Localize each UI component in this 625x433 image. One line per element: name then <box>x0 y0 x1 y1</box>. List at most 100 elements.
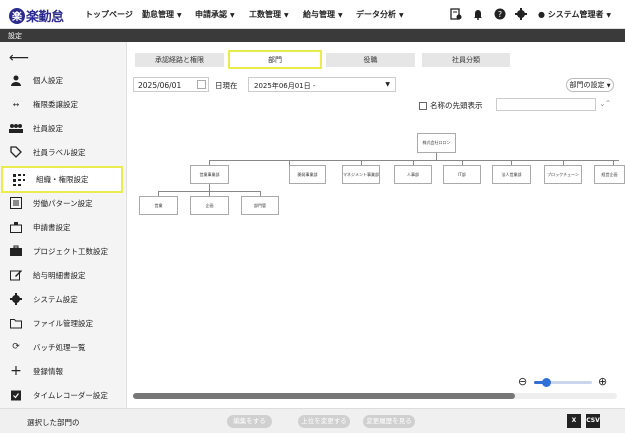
zoom-slider-track[interactable] <box>534 378 592 387</box>
list-icon <box>9 196 23 210</box>
zoom-slider-handle[interactable] <box>541 378 551 387</box>
chevron-down-icon: ▼ <box>284 12 289 19</box>
sidebar-item-project-manhour[interactable]: プロジェクト工数設定 <box>0 240 127 262</box>
expand-collapse-icons[interactable]: ⌄⌃ <box>599 99 611 108</box>
transfer-icon: ↔ <box>12 99 20 109</box>
logo-text: 楽勤怠 <box>26 10 64 25</box>
org-node-level1[interactable]: 営業事業部 <box>190 165 229 184</box>
checkbox-box[interactable] <box>419 101 427 110</box>
arrow-left-icon[interactable]: ⟵ <box>9 50 29 66</box>
org-node-level2[interactable]: 部門管 <box>241 196 279 215</box>
tab-position[interactable]: 役職 <box>326 53 415 67</box>
sidebar-item-personal[interactable]: 個人設定 <box>0 69 127 91</box>
breadcrumb: 設定 <box>0 29 625 42</box>
org-chart: 株式会社ロロン 営業事業部 開発事業部 マネジメント事業部 人事部 IT部 法人… <box>127 122 625 352</box>
chevron-down-icon: ▼ <box>338 12 343 19</box>
sidebar-item-work-pattern[interactable]: 労働パターン設定 <box>0 192 127 214</box>
chevron-down-icon: ▼ <box>177 12 182 19</box>
org-node-level1[interactable]: 法人営業部 <box>492 165 531 184</box>
sidebar-item-org-permission[interactable]: 組織・権限設定 <box>1 166 123 193</box>
org-connector <box>209 160 619 161</box>
sidebar-item-batch[interactable]: ⟳ バッチ処理一覧 <box>0 336 127 358</box>
tab-department[interactable]: 部門 <box>228 50 322 69</box>
chevron-down-icon: ▼ <box>385 81 390 88</box>
as-of-label: 日現在 <box>215 81 238 90</box>
group-icon <box>9 121 23 135</box>
zoom-in-icon[interactable]: ⊕ <box>598 375 607 388</box>
search-input[interactable] <box>496 98 596 111</box>
excel-export-icon[interactable]: X <box>567 414 581 428</box>
user-menu[interactable]: ● システム管理者 ▼ <box>538 9 611 20</box>
tag-icon <box>9 145 23 159</box>
app-logo[interactable]: 楽 楽勤怠 <box>9 6 64 25</box>
edit-button[interactable]: 編集をする <box>227 415 272 428</box>
org-icon <box>12 173 26 187</box>
chevron-down-icon: ▼ <box>399 12 404 19</box>
chevron-down-icon: ▼ <box>606 83 611 89</box>
org-node-level1[interactable]: 開発事業部 <box>289 165 326 184</box>
history-button[interactable]: 変更履歴を見る <box>363 415 415 428</box>
sidebar-item-delegation[interactable]: ↔ 権限委譲設定 <box>0 93 127 115</box>
dept-settings-button[interactable]: 部門の設定 ▼ <box>566 78 614 92</box>
menu-top-page[interactable]: トップページ <box>85 9 133 20</box>
calendar-icon[interactable] <box>197 80 206 89</box>
user-icon: ● <box>538 10 545 19</box>
tab-employee-class[interactable]: 社員分類 <box>422 53 510 67</box>
sidebar-item-employee-label[interactable]: 社員ラベル設定 <box>0 141 127 163</box>
period-select[interactable]: 2025年06月01日 - ▼ <box>248 77 396 92</box>
chevron-down-icon: ▼ <box>606 12 611 19</box>
scrollbar-thumb[interactable] <box>133 393 515 399</box>
sidebar-item-system[interactable]: システム設定 <box>0 288 127 310</box>
folder-icon <box>9 316 23 330</box>
clipboard-icon <box>9 388 23 402</box>
sidebar-item-registration[interactable]: + 登録情報 <box>0 360 127 382</box>
sidebar-item-application[interactable]: 申請書設定 <box>0 216 127 238</box>
gear-icon[interactable] <box>515 8 527 20</box>
logo-mark: 楽 <box>9 7 25 24</box>
csv-export-icon[interactable]: CSV <box>586 414 600 428</box>
menu-attendance[interactable]: 勤怠管理 ▼ <box>142 9 182 20</box>
org-node-level2[interactable]: 企画 <box>190 196 229 215</box>
menu-manhour[interactable]: 工数管理 ▼ <box>249 9 289 20</box>
date-input[interactable]: 2025/06/01 <box>133 77 209 92</box>
org-node-level1[interactable]: IT部 <box>443 165 481 184</box>
tab-approval-route[interactable]: 承認経路と権限 <box>135 53 224 67</box>
org-node-level1[interactable]: ブロックチェーン <box>544 165 582 184</box>
batch-icon: ⟳ <box>12 342 20 352</box>
selected-dept-label: 選択した部門の <box>27 418 80 427</box>
edit-doc-icon <box>9 268 23 282</box>
sidebar-item-time-recorder[interactable]: タイムレコーダー設定 <box>0 384 127 406</box>
org-node-level1[interactable]: 経営企画 <box>594 165 625 184</box>
sidebar-item-file-management[interactable]: ファイル管理設定 <box>0 312 127 334</box>
change-parent-button[interactable]: 上位を変更する <box>298 415 350 428</box>
horizontal-scrollbar[interactable] <box>133 393 617 399</box>
gear-icon <box>9 292 23 306</box>
menu-payroll[interactable]: 給与管理 ▼ <box>303 9 343 20</box>
org-node-level2[interactable]: 営業 <box>139 196 178 215</box>
briefcase-icon <box>9 244 23 258</box>
org-connector <box>209 184 210 191</box>
sidebar: ⟵ 個人設定 ↔ 権限委譲設定 社員設定 社員ラベル設定 組織・権限設定 労働パタ… <box>0 42 127 408</box>
svg-text:?: ? <box>498 10 502 19</box>
bell-icon[interactable] <box>472 8 484 20</box>
chevron-down-icon: ▼ <box>230 12 235 19</box>
inbox-icon <box>9 220 23 234</box>
org-node-level1[interactable]: 人事部 <box>394 165 432 184</box>
footer-bar: 選択した部門の 編集をする 上位を変更する 変更履歴を見る X CSV <box>0 408 625 433</box>
show-name-head-checkbox[interactable]: 名称の先頭表示 <box>419 100 483 111</box>
top-navigation: 楽 楽勤怠 トップページ 勤怠管理 ▼ 申請承認 ▼ 工数管理 ▼ 給与管理 ▼ データ… <box>0 0 625 29</box>
schedule-icon[interactable] <box>450 8 462 20</box>
main-content: 承認経路と権限 部門 役職 社員分類 2025/06/01 日現在 2025年0… <box>127 42 625 408</box>
sidebar-item-payslip[interactable]: 給与明細書設定 <box>0 264 127 286</box>
sidebar-item-employees[interactable]: 社員設定 <box>0 117 127 139</box>
org-node-level1[interactable]: マネジメント事業部 <box>342 165 380 184</box>
person-icon <box>9 73 23 87</box>
zoom-control: ⊖ ⊕ <box>518 375 618 389</box>
menu-analytics[interactable]: データ分析 ▼ <box>356 9 404 20</box>
org-node-root[interactable]: 株式会社ロロン <box>417 133 456 153</box>
zoom-out-icon[interactable]: ⊖ <box>518 375 527 388</box>
help-icon[interactable]: ? <box>494 8 506 20</box>
plus-icon: + <box>10 363 22 379</box>
menu-approval[interactable]: 申請承認 ▼ <box>195 9 235 20</box>
user-name: システム管理者 <box>547 10 604 19</box>
